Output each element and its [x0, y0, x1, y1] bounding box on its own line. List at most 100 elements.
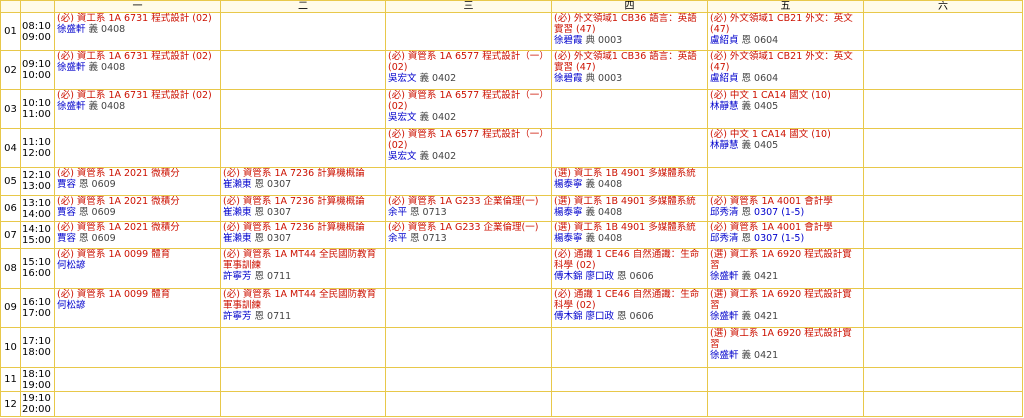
room: 恩 0711 — [254, 271, 292, 283]
course-cell[interactable]: (必) 資工系 1A 6731 程式設計 (02) 徐盛軒義 0408 — [54, 50, 221, 90]
teacher-name: 徐盛軒 — [710, 271, 739, 283]
course-meta: 徐盛軒義 0408 — [57, 101, 218, 112]
course-meta: 徐盛軒義 0408 — [57, 62, 218, 73]
course-cell[interactable]: (必) 通識 1 CE46 自然通識：生命科學 (02) 傅木錦 廖口政恩 060… — [551, 248, 708, 289]
empty-cell — [863, 50, 1023, 90]
course-meta: 崔瀨東恩 0307 — [223, 179, 383, 190]
course-cell[interactable]: (必) 資管系 1A G233 企業倫理(一) 余平恩 0713 — [385, 194, 552, 223]
course-cell[interactable]: (必) 資管系 1A 0099 體育 何松諺 — [54, 248, 221, 289]
course-cell[interactable]: (必) 資管系 1A 2021 微積分 賈容恩 0609 — [54, 166, 221, 196]
start-time: 18:10 — [22, 368, 51, 380]
empty-cell — [863, 366, 1023, 393]
period-row: 07 14:10 15:00 (必) 資管系 1A 2021 微積分 賈容恩 0609(… — [0, 221, 1023, 250]
empty-cell — [863, 287, 1023, 329]
course-cell[interactable]: (必) 資管系 1A 2021 微積分 賈容恩 0609 — [54, 194, 221, 223]
course-cell[interactable]: (必) 資管系 1A 0099 體育 何松諺 — [54, 287, 221, 329]
course-cell[interactable]: (必) 資管系 1A 4001 會計學 邱秀清恩 0307 (1-5) — [707, 194, 864, 223]
course-meta: 崔瀨東恩 0307 — [223, 233, 383, 244]
room: 恩 0307 — [254, 206, 292, 218]
course-cell[interactable]: (必) 資管系 1A 2021 微積分 賈容恩 0609 — [54, 221, 221, 250]
empty-cell — [220, 50, 386, 90]
course-cell[interactable]: (必) 通識 1 CE46 自然通識：生命科學 (02) 傅木錦 廖口政恩 060… — [551, 287, 708, 329]
course-cell[interactable]: (必) 資工系 1A 6731 程式設計 (02) 徐盛軒義 0408 — [54, 11, 221, 52]
timetable: 一 二 三 四 五 六 01 08:10 09:00 (必) 資工系 1A 6731 … — [0, 0, 1023, 417]
course-name: (必) 中文 1 CA14 國文 (10) — [710, 89, 831, 101]
course-cell[interactable]: (必) 資管系 1A G233 企業倫理(一) 余平恩 0713 — [385, 221, 552, 250]
course-name: (必) 外文領域1 CB21 外文：英文 (47) — [710, 13, 853, 35]
teacher-name: 何松諺 — [57, 260, 86, 272]
empty-cell — [385, 248, 552, 289]
empty-cell — [220, 327, 386, 368]
course-cell[interactable]: (必) 中文 1 CA14 國文 (10) 林靜慧義 0405 — [707, 128, 864, 168]
course-meta: 林靜慧義 0405 — [710, 140, 861, 151]
teacher-name: 徐碧霞 — [554, 73, 583, 85]
course-meta: 余平恩 0713 — [388, 207, 549, 218]
course-cell[interactable]: (選) 資工系 1B 4901 多媒體系統 楊泰寧義 0408 — [551, 194, 708, 223]
course-cell[interactable]: (必) 資管系 1A 6577 程式設計（一） (02) 吳宏文義 0402 — [385, 88, 552, 130]
course-cell[interactable]: (必) 資管系 1A 7236 計算機概論 崔瀨東恩 0307 — [220, 221, 386, 250]
empty-cell — [863, 88, 1023, 130]
room: 恩 — [741, 206, 752, 218]
course-cell[interactable]: (必) 資工系 1A 6731 程式設計 (02) 徐盛軒義 0408 — [54, 88, 221, 130]
course-cell[interactable]: (選) 資工系 1B 4901 多媒體系統 楊泰寧義 0408 — [551, 166, 708, 196]
empty-cell — [54, 327, 221, 368]
teacher-name: 徐碧霞 — [554, 35, 583, 46]
period-time: 19:10 20:00 — [20, 391, 55, 417]
empty-cell — [707, 166, 864, 196]
course-meta: 楊泰寧義 0408 — [554, 233, 705, 244]
room: 義 0402 — [419, 111, 457, 123]
course-cell[interactable]: (必) 資管系 1A 7236 計算機概論 崔瀨東恩 0307 — [220, 166, 386, 196]
teacher-name: 楊泰寧 — [554, 178, 583, 190]
course-meta: 何松諺 — [57, 300, 218, 311]
course-cell[interactable]: (選) 資工系 1A 6920 程式設計實習 徐盛軒義 0421 — [707, 287, 864, 329]
room: 恩 0604 — [741, 73, 779, 85]
period-time: 13:10 14:00 — [20, 194, 55, 223]
course-cell[interactable]: (必) 外文領域1 CB21 外文：英文 (47) 盧紹貞恩 0604 — [707, 50, 864, 90]
teacher-name: 盧紹貞 — [710, 73, 739, 85]
course-meta: 崔瀨東恩 0307 — [223, 207, 383, 218]
course-cell[interactable]: (選) 資工系 1A 6920 程式設計實習 徐盛軒義 0421 — [707, 248, 864, 289]
teacher-name: 吳宏文 — [388, 151, 417, 163]
course-cell[interactable]: (選) 資工系 1B 4901 多媒體系統 楊泰寧義 0408 — [551, 221, 708, 250]
course-cell[interactable]: (必) 外文領域1 CB36 語言：英語實習 (47) 徐碧霞典 0003 — [551, 11, 708, 52]
room: 恩 0606 — [617, 310, 654, 322]
course-meta: 許寧芳恩 0711 — [223, 271, 383, 282]
teacher-name: 林靜慧 — [710, 140, 739, 152]
room: 恩 0713 — [410, 233, 447, 245]
course-name: (必) 資管系 1A MT44 全民國防教育軍事訓練 — [223, 288, 377, 311]
course-cell[interactable]: (必) 資管系 1A 7236 計算機概論 崔瀨東恩 0307 — [220, 194, 386, 223]
course-cell[interactable]: (選) 資工系 1A 6920 程式設計實習 徐盛軒義 0421 — [707, 327, 864, 368]
course-cell[interactable]: (必) 資管系 1A 4001 會計學 邱秀清恩 0307 (1-5) — [707, 221, 864, 250]
empty-cell — [54, 128, 221, 168]
course-name: (必) 資管系 1A 7236 計算機概論 — [223, 222, 365, 234]
teacher-name: 傅木錦 廖口政 — [554, 271, 615, 283]
course-name: (必) 資管系 1A 2021 微積分 — [57, 195, 180, 207]
course-name: (必) 資管系 1A 2021 微積分 — [57, 222, 180, 234]
period-number: 01 — [0, 11, 21, 52]
period-time: 15:10 16:00 — [20, 248, 55, 289]
course-name: (必) 資工系 1A 6731 程式設計 (02) — [57, 13, 212, 24]
course-cell[interactable]: (必) 資管系 1A MT44 全民國防教育軍事訓練 許寧芳恩 0711 — [220, 248, 386, 289]
course-cell[interactable]: (必) 外文領域1 CB36 語言：英語實習 (47) 徐碧霞典 0003 — [551, 50, 708, 90]
course-name: (必) 通識 1 CE46 自然通識：生命科學 (02) — [554, 249, 700, 272]
course-cell[interactable]: (必) 外文領域1 CB21 外文：英文 (47) 盧紹貞恩 0604 — [707, 11, 864, 52]
course-name: (選) 資工系 1A 6920 程式設計實習 — [710, 288, 852, 311]
empty-cell — [385, 366, 552, 393]
course-cell[interactable]: (必) 中文 1 CA14 國文 (10) 林靜慧義 0405 — [707, 88, 864, 130]
teacher-name: 賈容 — [57, 233, 77, 245]
week-note: 0307 (1-5) — [754, 233, 805, 245]
course-cell[interactable]: (必) 資管系 1A 6577 程式設計（一） (02) 吳宏文義 0402 — [385, 128, 552, 168]
start-time: 17:10 — [22, 336, 51, 348]
period-number: 08 — [0, 248, 21, 289]
course-name: (必) 外文領域1 CB36 語言：英語實習 (47) — [554, 51, 697, 74]
course-cell[interactable]: (必) 資管系 1A 6577 程式設計（一） (02) 吳宏文義 0402 — [385, 50, 552, 90]
room: 典 0003 — [585, 73, 623, 85]
course-cell[interactable]: (必) 資管系 1A MT44 全民國防教育軍事訓練 許寧芳恩 0711 — [220, 287, 386, 329]
room: 義 0408 — [585, 233, 623, 245]
day-header-thu: 四 — [551, 0, 708, 13]
room: 義 0408 — [585, 206, 623, 218]
period-row: 12 19:10 20:00 — [0, 391, 1023, 417]
week-note: 0307 (1-5) — [754, 206, 805, 218]
teacher-name: 盧紹貞 — [710, 35, 739, 46]
room: 恩 0711 — [254, 310, 292, 322]
